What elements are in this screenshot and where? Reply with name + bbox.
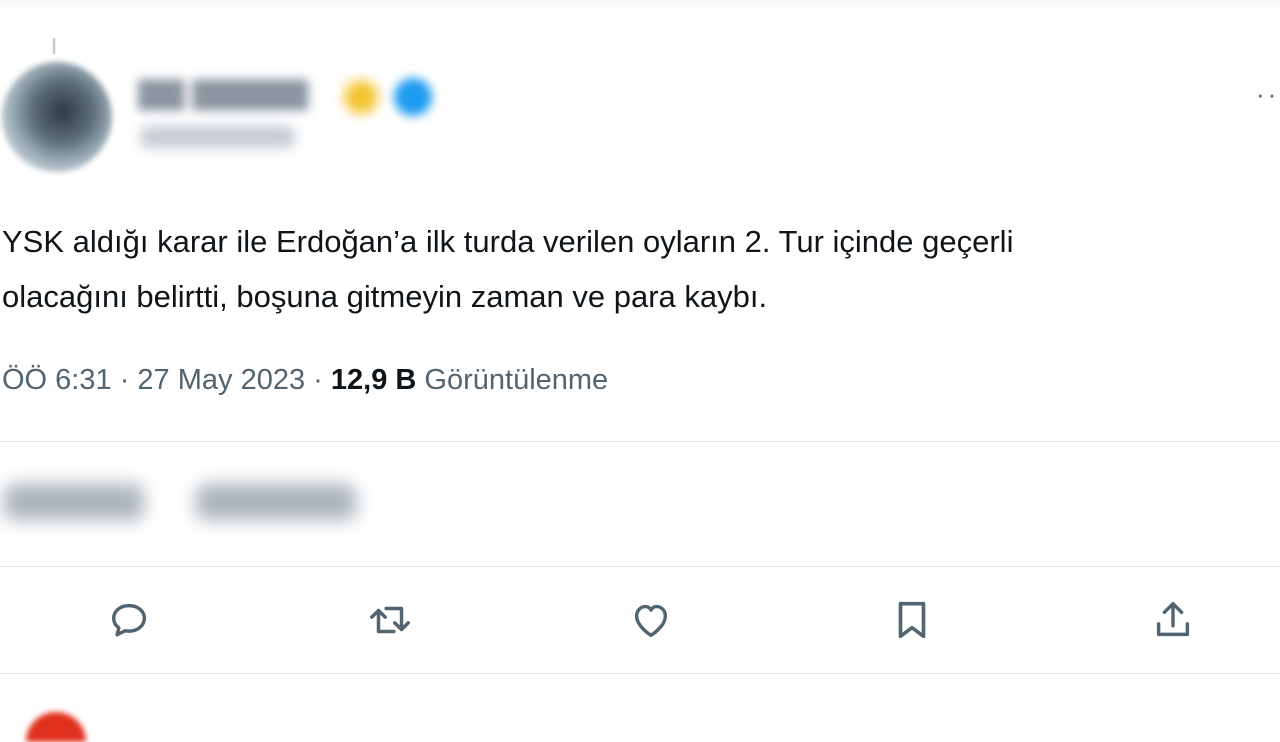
author-name-blurred[interactable]: ▇▇ ▇▇▇▇▇	[138, 76, 338, 111]
bookmark-icon	[898, 601, 926, 639]
tweet-text-line-1: YSK aldığı karar ile Erdoğan’a ilk turda…	[2, 224, 1014, 259]
more-horizontal-icon: ··	[1256, 79, 1280, 109]
heart-icon	[634, 604, 668, 638]
emoji-badge-icon	[344, 80, 378, 114]
views-label: Görüntülenme	[424, 364, 609, 396]
share-button[interactable]	[1148, 595, 1198, 645]
more-options-button[interactable]: ··	[1256, 79, 1280, 109]
reply-button[interactable]	[104, 595, 154, 645]
meta-separator: ·	[119, 364, 130, 396]
author-block[interactable]: ▇▇ ▇▇▇▇▇	[138, 70, 458, 160]
tweet-text: YSK aldığı karar ile Erdoğan’a ilk turda…	[2, 214, 1280, 324]
retweet-button[interactable]	[365, 595, 415, 645]
reply-user-avatar[interactable]	[26, 712, 86, 742]
like-stats-blurred[interactable]	[196, 484, 356, 520]
reply-icon	[111, 603, 147, 637]
divider-bottom	[0, 673, 1280, 674]
divider-top	[0, 441, 1280, 442]
bookmark-button[interactable]	[887, 595, 937, 645]
like-button[interactable]	[626, 595, 676, 645]
tweet-date[interactable]: 27 May 2023	[137, 364, 305, 396]
tweet-meta: ÖÖ 6:31 · 27 May 2023 · 12,9 B Görüntüle…	[2, 364, 608, 397]
tweet-time[interactable]: ÖÖ 6:31	[2, 364, 112, 396]
meta-separator-2: ·	[313, 364, 323, 396]
share-icon	[1156, 601, 1190, 637]
views-count: 12,9 B	[330, 364, 417, 396]
retweet-icon	[370, 606, 410, 634]
author-handle-blurred[interactable]	[140, 126, 295, 148]
avatar-top-mark	[53, 38, 55, 54]
tweet-text-line-2: olacağını belirtti, boşuna gitmeyin zama…	[2, 279, 768, 314]
verified-badge-icon	[394, 78, 432, 116]
top-edge	[0, 0, 1280, 10]
divider-middle	[0, 566, 1280, 567]
avatar[interactable]	[2, 62, 112, 172]
retweet-stats-blurred[interactable]	[4, 484, 144, 520]
